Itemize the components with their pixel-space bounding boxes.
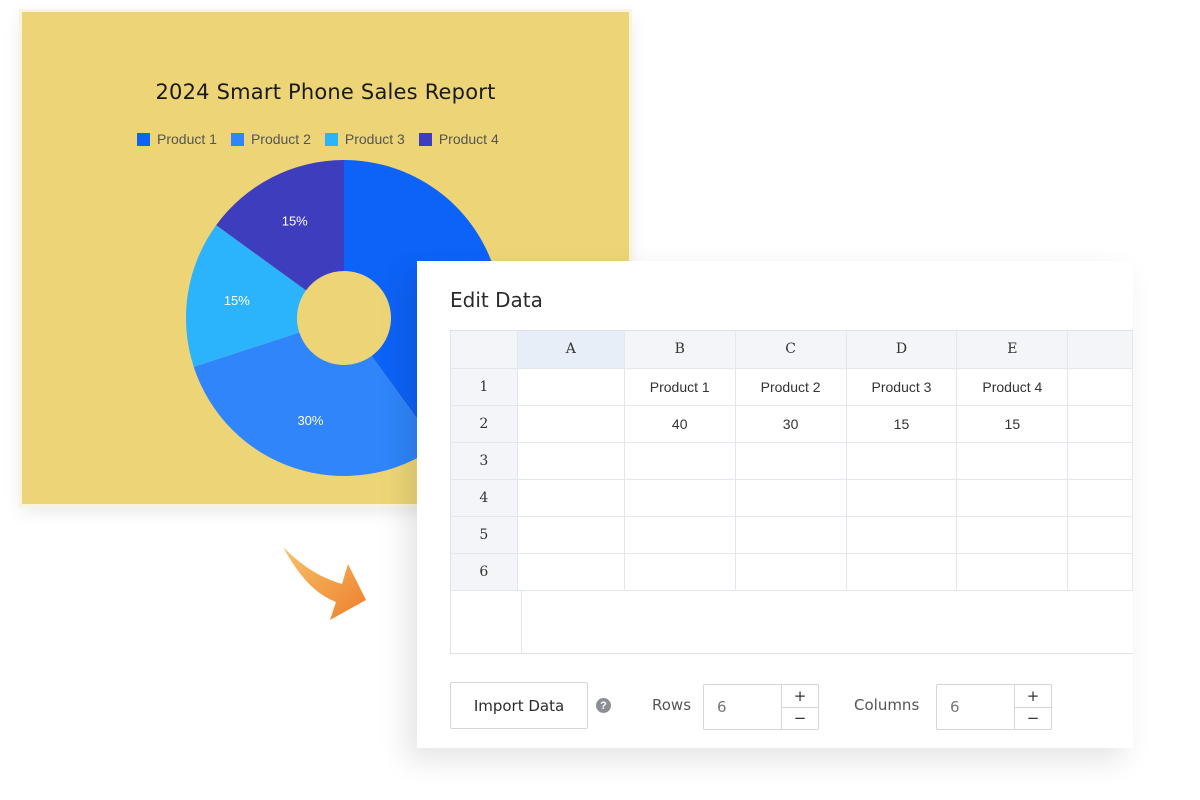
- columns-input[interactable]: [937, 685, 1015, 729]
- cell[interactable]: Product 1: [624, 368, 736, 406]
- cell[interactable]: [1067, 479, 1133, 517]
- import-data-button[interactable]: Import Data: [450, 682, 588, 729]
- column-header-d[interactable]: D: [846, 331, 958, 369]
- table-row: 5: [451, 516, 1133, 554]
- table-row: 4: [451, 479, 1133, 517]
- cell[interactable]: [735, 553, 847, 591]
- corner-cell: [451, 331, 518, 369]
- rows-stepper: + −: [703, 684, 819, 730]
- row-header[interactable]: 3: [451, 442, 518, 480]
- panel-footer: Import Data ? Rows + − Columns + −: [450, 682, 1090, 730]
- cell[interactable]: Product 2: [735, 368, 847, 406]
- cell[interactable]: [624, 479, 736, 517]
- curved-arrow-icon: [283, 547, 366, 620]
- question-circle-icon[interactable]: ?: [596, 698, 611, 713]
- cell[interactable]: [1067, 405, 1133, 443]
- column-header-e[interactable]: E: [956, 331, 1069, 369]
- cell[interactable]: [846, 516, 958, 554]
- cell[interactable]: [517, 368, 625, 406]
- rows-decrement-button[interactable]: −: [782, 708, 818, 730]
- slice-data-label: 15%: [282, 213, 308, 228]
- slice-data-label: 30%: [297, 413, 323, 428]
- cell[interactable]: [624, 516, 736, 554]
- table-row: 6: [451, 553, 1133, 591]
- panel-title: Edit Data: [450, 288, 543, 312]
- cell[interactable]: [1067, 553, 1133, 591]
- cell[interactable]: 15: [846, 405, 958, 443]
- spreadsheet-table: A B C D E 1 Product 1 Product 2 Product …: [451, 331, 1133, 591]
- slice-data-label: 15%: [224, 293, 250, 308]
- cell[interactable]: [517, 405, 625, 443]
- row-header[interactable]: 2: [451, 405, 518, 443]
- column-header-b[interactable]: B: [624, 331, 736, 369]
- cell[interactable]: [846, 442, 958, 480]
- cell[interactable]: [517, 479, 625, 517]
- cell[interactable]: [846, 553, 958, 591]
- data-grid: A B C D E 1 Product 1 Product 2 Product …: [450, 330, 1133, 654]
- column-header-c[interactable]: C: [735, 331, 847, 369]
- columns-increment-button[interactable]: +: [1015, 685, 1051, 708]
- cell[interactable]: 15: [956, 405, 1069, 443]
- grid-filler: [451, 591, 522, 653]
- cell[interactable]: [956, 479, 1069, 517]
- cell[interactable]: Product 4: [956, 368, 1069, 406]
- cell[interactable]: 30: [735, 405, 847, 443]
- table-row: 2 40 30 15 15: [451, 405, 1133, 443]
- rows-label: Rows: [652, 696, 692, 714]
- row-header[interactable]: 5: [451, 516, 518, 554]
- cell[interactable]: Product 3: [846, 368, 958, 406]
- cell[interactable]: [517, 516, 625, 554]
- columns-stepper: + −: [936, 684, 1052, 730]
- cell[interactable]: [517, 553, 625, 591]
- edit-data-panel: Edit Data A B C D E 1 Product 1 Product …: [417, 261, 1133, 748]
- cell[interactable]: [1067, 368, 1133, 406]
- cell[interactable]: [956, 516, 1069, 554]
- column-header-row: A B C D E: [451, 331, 1133, 369]
- row-header[interactable]: 4: [451, 479, 518, 517]
- cell[interactable]: [624, 553, 736, 591]
- cell[interactable]: [735, 516, 847, 554]
- table-row: 3: [451, 442, 1133, 480]
- cell[interactable]: [1067, 516, 1133, 554]
- cell[interactable]: [735, 479, 847, 517]
- columns-decrement-button[interactable]: −: [1015, 708, 1051, 730]
- columns-label: Columns: [854, 696, 920, 714]
- row-header[interactable]: 6: [451, 553, 518, 591]
- cell[interactable]: [846, 479, 958, 517]
- cell[interactable]: [956, 553, 1069, 591]
- cell[interactable]: [1067, 442, 1133, 480]
- cell[interactable]: [624, 442, 736, 480]
- rows-increment-button[interactable]: +: [782, 685, 818, 708]
- rows-input[interactable]: [704, 685, 782, 729]
- row-header[interactable]: 1: [451, 368, 518, 406]
- cell[interactable]: [517, 442, 625, 480]
- table-row: 1 Product 1 Product 2 Product 3 Product …: [451, 368, 1133, 406]
- cell[interactable]: 40: [624, 405, 736, 443]
- column-header-a[interactable]: A: [517, 331, 625, 369]
- cell[interactable]: [735, 442, 847, 480]
- cell[interactable]: [956, 442, 1069, 480]
- column-header-f[interactable]: [1067, 331, 1133, 369]
